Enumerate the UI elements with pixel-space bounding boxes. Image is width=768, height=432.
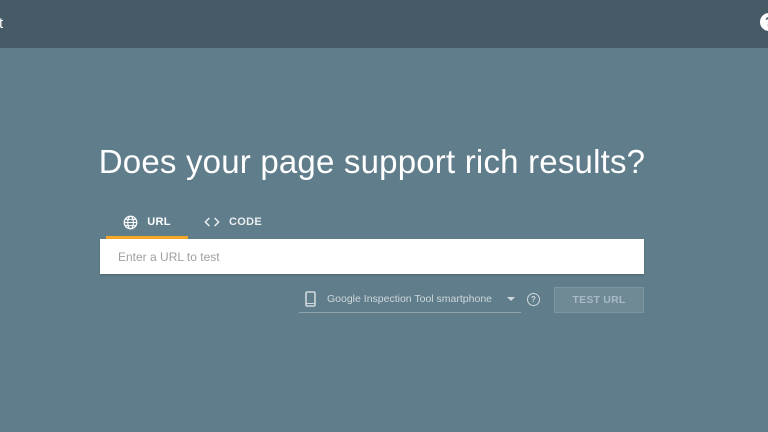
code-icon: [204, 216, 220, 228]
device-select-value: Google Inspection Tool smartphone: [327, 293, 492, 305]
device-select[interactable]: Google Inspection Tool smartphone: [299, 286, 521, 313]
help-circle-icon[interactable]: ?: [527, 293, 540, 306]
url-input-container: [100, 239, 644, 274]
tab-url[interactable]: URL: [106, 207, 188, 237]
test-url-button[interactable]: TEST URL: [554, 287, 644, 313]
top-app-bar: t ?: [0, 0, 768, 48]
app-title-fragment: t: [0, 15, 4, 32]
globe-icon: [123, 215, 138, 230]
help-circle-icon[interactable]: ?: [760, 13, 768, 31]
page-title: Does your page support rich results?: [98, 143, 646, 180]
url-input[interactable]: [100, 239, 644, 274]
smartphone-icon: [305, 291, 316, 307]
tab-code-label: CODE: [229, 216, 262, 228]
tab-code[interactable]: CODE: [204, 207, 264, 237]
chevron-down-icon: [507, 297, 515, 301]
tab-url-label: URL: [147, 216, 171, 228]
